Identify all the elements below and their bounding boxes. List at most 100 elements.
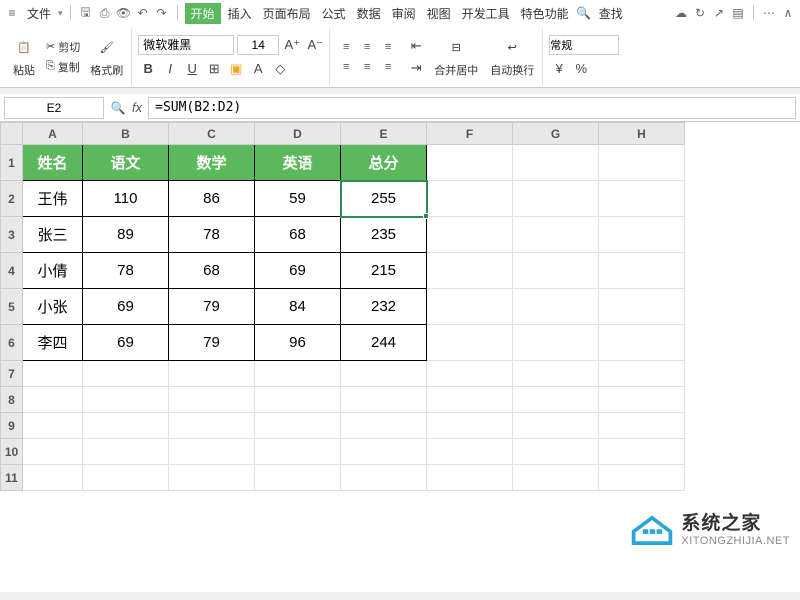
row-header-2[interactable]: 2 xyxy=(1,181,23,217)
cell[interactable] xyxy=(255,361,341,387)
cell-english[interactable]: 59 xyxy=(255,181,341,217)
col-header-D[interactable]: D xyxy=(255,123,341,145)
align-center[interactable]: ≡ xyxy=(357,57,377,76)
indent-increase[interactable]: ⇥ xyxy=(406,58,426,78)
cell[interactable] xyxy=(513,413,599,439)
cell-math[interactable]: 78 xyxy=(169,217,255,253)
cell-english[interactable]: 68 xyxy=(255,217,341,253)
cell[interactable] xyxy=(83,361,169,387)
cell-name[interactable]: 李四 xyxy=(23,325,83,361)
decrease-font-icon[interactable]: A⁻ xyxy=(305,35,325,55)
cell-total-selected[interactable]: 255 xyxy=(341,181,427,217)
merge-center-button[interactable]: ⊟ 合并居中 xyxy=(430,34,482,80)
cell[interactable] xyxy=(513,361,599,387)
italic-button[interactable]: I xyxy=(160,59,180,79)
cell[interactable] xyxy=(599,439,685,465)
cell-total[interactable]: 244 xyxy=(341,325,427,361)
menu-formulas[interactable]: 公式 xyxy=(318,5,350,22)
fill-color-button[interactable]: ▣ xyxy=(226,59,246,79)
cell[interactable] xyxy=(83,413,169,439)
cell[interactable] xyxy=(427,145,513,181)
cell[interactable] xyxy=(599,387,685,413)
paste-button[interactable]: 📋 粘贴 xyxy=(8,34,40,80)
cell[interactable] xyxy=(23,465,83,491)
cell[interactable] xyxy=(169,439,255,465)
cell[interactable] xyxy=(599,361,685,387)
currency-button[interactable]: ¥ xyxy=(549,59,569,79)
cell[interactable] xyxy=(427,289,513,325)
cell-math[interactable]: 79 xyxy=(169,325,255,361)
row-header-4[interactable]: 4 xyxy=(1,253,23,289)
row-header-7[interactable]: 7 xyxy=(1,361,23,387)
row-header-9[interactable]: 9 xyxy=(1,413,23,439)
font-size-select[interactable] xyxy=(237,35,279,55)
preview-icon[interactable]: 👁 xyxy=(116,5,132,21)
row-header-1[interactable]: 1 xyxy=(1,145,23,181)
row-header-11[interactable]: 11 xyxy=(1,465,23,491)
percent-button[interactable]: % xyxy=(571,59,591,79)
refresh-icon[interactable]: ↻ xyxy=(692,5,708,21)
cell[interactable] xyxy=(427,361,513,387)
name-icon[interactable]: 🔍 xyxy=(110,100,126,116)
formula-input[interactable] xyxy=(148,97,796,119)
format-painter-button[interactable]: 🖌 格式刷 xyxy=(86,34,127,80)
align-right[interactable]: ≡ xyxy=(378,57,398,76)
cell-english[interactable]: 84 xyxy=(255,289,341,325)
menu-data[interactable]: 数据 xyxy=(353,5,385,22)
save-icon[interactable]: 🖫 xyxy=(78,5,94,21)
row-header-10[interactable]: 10 xyxy=(1,439,23,465)
cell[interactable] xyxy=(341,439,427,465)
increase-font-icon[interactable]: A⁺ xyxy=(282,35,302,55)
cell-english[interactable]: 96 xyxy=(255,325,341,361)
cell[interactable] xyxy=(23,439,83,465)
menu-home[interactable]: 开始 xyxy=(185,3,221,24)
menu-view[interactable]: 视图 xyxy=(423,5,455,22)
cell-total[interactable]: 232 xyxy=(341,289,427,325)
cell-chinese[interactable]: 110 xyxy=(83,181,169,217)
cell[interactable] xyxy=(341,465,427,491)
cell[interactable] xyxy=(599,181,685,217)
col-header-E[interactable]: E xyxy=(341,123,427,145)
clear-format-button[interactable]: ◇ xyxy=(270,59,290,79)
cell[interactable] xyxy=(427,465,513,491)
cell[interactable] xyxy=(255,465,341,491)
print-icon[interactable]: ⎙ xyxy=(97,5,113,21)
cell[interactable] xyxy=(23,387,83,413)
cell[interactable] xyxy=(341,387,427,413)
col-header-A[interactable]: A xyxy=(23,123,83,145)
cell[interactable] xyxy=(255,439,341,465)
col-header-B[interactable]: B xyxy=(83,123,169,145)
wrap-text-button[interactable]: ↩ 自动换行 xyxy=(486,34,538,80)
cell[interactable] xyxy=(169,465,255,491)
cell[interactable] xyxy=(513,217,599,253)
cell-chinese[interactable]: 89 xyxy=(83,217,169,253)
cut-button[interactable]: ✂剪切 xyxy=(44,38,82,56)
cell[interactable] xyxy=(341,413,427,439)
cell[interactable] xyxy=(23,361,83,387)
cell-reference-box[interactable] xyxy=(4,97,104,119)
menu-review[interactable]: 审阅 xyxy=(388,5,420,22)
cell[interactable] xyxy=(255,387,341,413)
help-icon[interactable]: ∧ xyxy=(780,5,796,21)
copy-button[interactable]: ⎘复制 xyxy=(44,58,82,76)
undo-icon[interactable]: ↶ xyxy=(135,5,151,21)
cell[interactable] xyxy=(513,439,599,465)
align-top-right[interactable]: ≡ xyxy=(378,37,398,56)
col-header-H[interactable]: H xyxy=(599,123,685,145)
align-top-left[interactable]: ≡ xyxy=(336,37,356,56)
menu-file[interactable]: 文件 xyxy=(23,5,55,22)
underline-button[interactable]: U xyxy=(182,59,202,79)
cell[interactable] xyxy=(169,361,255,387)
font-color-button[interactable]: A xyxy=(248,59,268,79)
expand-icon[interactable]: ⋯ xyxy=(761,5,777,21)
cell-english[interactable]: 69 xyxy=(255,253,341,289)
cell-name[interactable]: 王伟 xyxy=(23,181,83,217)
cell[interactable] xyxy=(599,145,685,181)
cell[interactable] xyxy=(427,413,513,439)
select-all-corner[interactable] xyxy=(1,123,23,145)
search-icon[interactable]: 🔍 xyxy=(576,5,592,21)
cell-total[interactable]: 215 xyxy=(341,253,427,289)
align-left[interactable]: ≡ xyxy=(336,57,356,76)
cell-name[interactable]: 张三 xyxy=(23,217,83,253)
cell[interactable] xyxy=(427,253,513,289)
